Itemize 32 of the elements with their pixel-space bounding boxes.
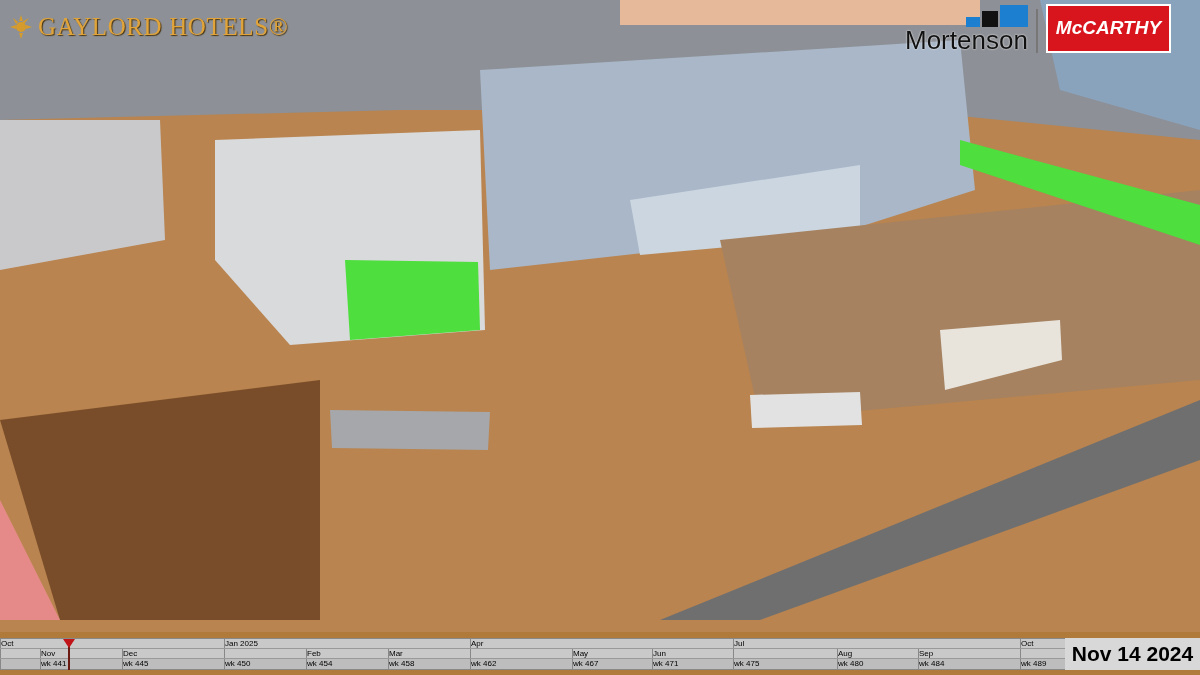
week-label: wk 484 (919, 658, 945, 668)
week-label: wk 480 (838, 658, 864, 668)
week-label: wk 462 (471, 658, 497, 668)
quarter-label: Jul (734, 638, 745, 648)
logo-badge: McCARTHY (1045, 4, 1172, 53)
quarter-label: Jan 2025 (225, 638, 258, 648)
week-label: wk 450 (225, 658, 251, 668)
quarter-label: Oct (1021, 638, 1034, 648)
week-label: wk 475 (734, 658, 760, 668)
week-label: wk 467 (573, 658, 599, 668)
week-label: wk 458 (389, 658, 415, 668)
month-label: Feb (307, 648, 321, 658)
current-date: Nov 14 2024 (1065, 637, 1200, 670)
week-label: wk 489 (1021, 658, 1047, 668)
month-label: Mar (389, 648, 403, 658)
month-label: Sep (919, 648, 934, 658)
quarter-label: Apr (471, 638, 484, 648)
timeline[interactable]: Oct Jan 2025 Apr Jul Oct Nov Dec Feb Mar May Jun Aug Sep wk 441 wk 445 wk 450 wk 454 wk 458 wk 462 wk 467 wk 471 wk 475 wk 480 wk 484 wk 489 (0, 637, 1065, 670)
week-label: wk 471 (653, 658, 679, 668)
squares-logo-icon (965, 4, 1028, 27)
week-label: wk 441 (41, 658, 67, 668)
month-label: Aug (838, 648, 853, 658)
month-label: Jun (653, 648, 666, 658)
week-label: wk 454 (307, 658, 333, 668)
quarter-label: Oct (1, 638, 14, 648)
logo-text: GAYLORD HOTELS® (38, 12, 289, 42)
week-label: wk 445 (123, 658, 149, 668)
month-label: Dec (123, 648, 138, 658)
playhead-icon[interactable] (63, 638, 76, 648)
logo-text: Mortenson (905, 26, 1028, 53)
month-label: May (573, 648, 589, 658)
month-label: Nov (41, 648, 56, 658)
